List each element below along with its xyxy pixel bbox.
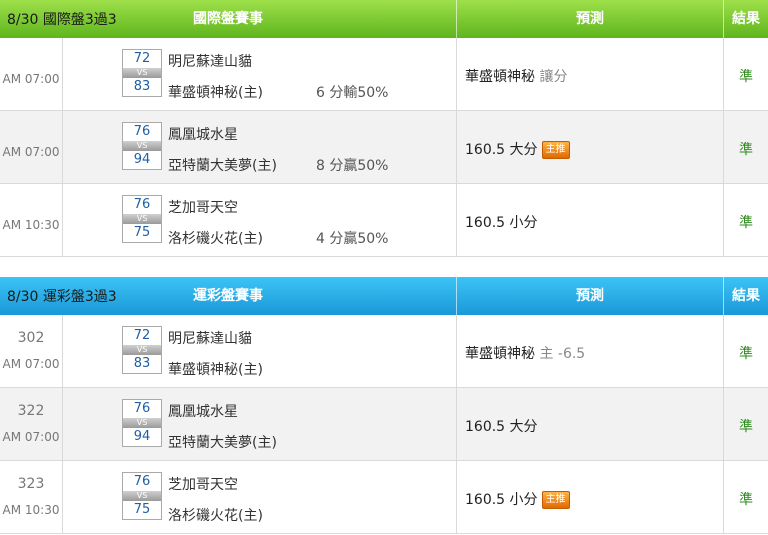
- table-row: AM 07:00 72 VS 83 明尼蘇達山貓 華盛頓神秘(主) 6 分輸50…: [0, 38, 768, 111]
- vs-label: VS: [123, 345, 161, 355]
- section-international: 8/30 國際盤3過3 國際盤賽事 預測 結果 AM 07:00 72 VS 8…: [0, 0, 768, 257]
- section-sports-lottery: 8/30 運彩盤3過3 運彩盤賽事 預測 結果 302 AM 07:00 72 …: [0, 277, 768, 534]
- prediction: 160.5 大分: [465, 419, 538, 435]
- handicap: 4 分贏50%: [316, 231, 389, 247]
- vs-label: VS: [123, 68, 161, 78]
- prediction: 華盛頓神秘 讓分: [465, 69, 568, 85]
- col-event-header: 運彩盤賽事: [193, 288, 263, 304]
- away-team: 明尼蘇達山貓: [168, 54, 252, 70]
- away-team: 芝加哥天空: [168, 200, 238, 216]
- col-predict-header: 預測: [576, 288, 604, 304]
- section-header: 8/30 國際盤3過3 國際盤賽事 預測 結果: [0, 0, 768, 38]
- vs-label: VS: [123, 418, 161, 428]
- score-box: 76 VS 75: [122, 195, 162, 243]
- home-score: 75: [133, 502, 151, 517]
- col-predict-header: 預測: [576, 11, 604, 27]
- prediction: 華盛頓神秘 主 -6.5: [465, 346, 586, 362]
- away-score: 76: [133, 401, 151, 416]
- section-header: 8/30 運彩盤3過3 運彩盤賽事 預測 結果: [0, 277, 768, 315]
- home-score: 94: [133, 152, 151, 167]
- table-row: AM 10:30 76 VS 75 芝加哥天空 洛杉磯火花(主) 4 分贏50%…: [0, 184, 768, 257]
- handicap: 6 分輸50%: [316, 85, 389, 101]
- home-score: 83: [133, 356, 151, 371]
- table-row: 323 AM 10:30 76 VS 75 芝加哥天空 洛杉磯火花(主) 160…: [0, 461, 768, 534]
- away-team: 明尼蘇達山貓: [168, 331, 252, 347]
- away-team: 鳳凰城水星: [168, 127, 238, 143]
- away-score: 76: [133, 124, 151, 139]
- table-row: 322 AM 07:00 76 VS 94 鳳凰城水星 亞特蘭大美夢(主) 16…: [0, 388, 768, 461]
- away-score: 76: [133, 197, 151, 212]
- table-row: 302 AM 07:00 72 VS 83 明尼蘇達山貓 華盛頓神秘(主) 華盛…: [0, 315, 768, 388]
- game-time: AM 10:30: [2, 503, 60, 517]
- home-team: 洛杉磯火花(主): [168, 231, 263, 247]
- prediction: 160.5 小分: [465, 215, 538, 231]
- result: 準: [739, 492, 753, 508]
- away-score: 76: [133, 474, 151, 489]
- vs-label: VS: [123, 491, 161, 501]
- col-event-header: 國際盤賽事: [193, 11, 263, 27]
- game-time: AM 07:00: [2, 72, 60, 86]
- result: 準: [739, 215, 753, 231]
- score-box: 76 VS 94: [122, 122, 162, 170]
- home-score: 83: [133, 79, 151, 94]
- away-score: 72: [133, 51, 151, 66]
- result: 準: [739, 419, 753, 435]
- game-number: 323: [17, 476, 45, 492]
- featured-badge: 主推: [541, 491, 570, 509]
- prediction: 160.5 大分 主推: [465, 139, 570, 159]
- score-box: 76 VS 75: [122, 472, 162, 520]
- game-time: AM 07:00: [2, 145, 60, 159]
- prediction: 160.5 小分 主推: [465, 489, 570, 509]
- result: 準: [739, 142, 753, 158]
- home-team: 華盛頓神秘(主): [168, 85, 263, 101]
- game-time: AM 07:00: [2, 430, 60, 444]
- section-title: 8/30 運彩盤3過3: [7, 289, 117, 305]
- col-result-header: 結果: [732, 288, 760, 304]
- score-box: 72 VS 83: [122, 49, 162, 97]
- score-box: 76 VS 94: [122, 399, 162, 447]
- featured-badge: 主推: [541, 141, 570, 159]
- home-team: 華盛頓神秘(主): [168, 362, 263, 378]
- game-time: AM 10:30: [2, 218, 60, 232]
- table-row: AM 07:00 76 VS 94 鳳凰城水星 亞特蘭大美夢(主) 8 分贏50…: [0, 111, 768, 184]
- home-team: 洛杉磯火花(主): [168, 508, 263, 524]
- home-score: 75: [133, 225, 151, 240]
- handicap: 8 分贏50%: [316, 158, 389, 174]
- home-team: 亞特蘭大美夢(主): [168, 435, 277, 451]
- prediction-sub: 讓分: [539, 69, 568, 85]
- col-result-header: 結果: [732, 11, 760, 27]
- section-title: 8/30 國際盤3過3: [7, 12, 117, 28]
- away-team: 芝加哥天空: [168, 477, 238, 493]
- home-score: 94: [133, 429, 151, 444]
- away-score: 72: [133, 328, 151, 343]
- game-number: 302: [17, 330, 45, 346]
- vs-label: VS: [123, 214, 161, 224]
- result: 準: [739, 346, 753, 362]
- game-number: 322: [17, 403, 45, 419]
- away-team: 鳳凰城水星: [168, 404, 238, 420]
- home-team: 亞特蘭大美夢(主): [168, 158, 277, 174]
- result: 準: [739, 69, 753, 85]
- vs-label: VS: [123, 141, 161, 151]
- score-box: 72 VS 83: [122, 326, 162, 374]
- prediction-sub: 主 -6.5: [539, 346, 586, 362]
- game-time: AM 07:00: [2, 357, 60, 371]
